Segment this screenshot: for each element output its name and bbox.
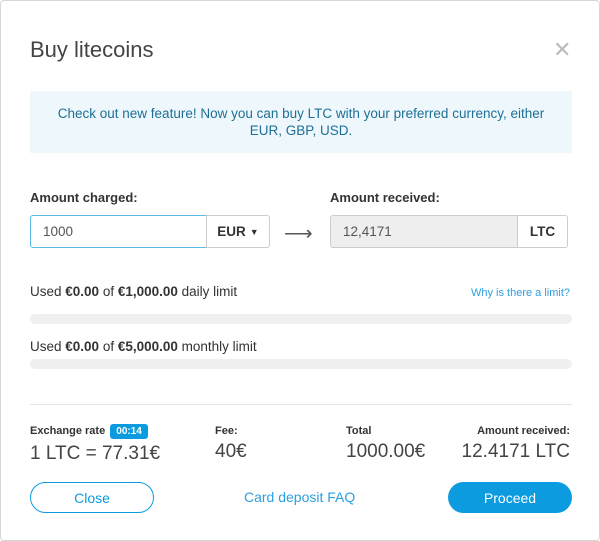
caret-down-icon: ▼ [249, 226, 259, 237]
monthly-limit-text: Used €0.00 of €5,000.00 monthly limit [30, 339, 257, 354]
arrow-right-icon: ⟶ [284, 223, 313, 245]
why-limit-link[interactable]: Why is there a limit? [471, 287, 570, 299]
amount-charged-input[interactable]: 1000 [30, 215, 207, 248]
daily-limit-progress [30, 314, 572, 324]
total-label: Total [346, 425, 372, 437]
amount-received-summary-value: 12.4171 LTC [461, 441, 570, 462]
close-button[interactable]: Close [30, 482, 154, 513]
amount-received-field: 12,4171 [330, 215, 518, 248]
divider [30, 404, 572, 405]
amount-charged-label: Amount charged: [30, 190, 138, 205]
currency-value: EUR [217, 224, 246, 239]
dialog-title: Buy litecoins [30, 37, 154, 62]
fee-label: Fee: [215, 425, 238, 437]
daily-limit-text: Used €0.00 of €1,000.00 daily limit [30, 284, 238, 299]
rate-timer-badge: 00:14 [110, 424, 148, 439]
feature-notice: Check out new feature! Now you can buy L… [30, 91, 572, 153]
amount-received-summary-label: Amount received: [477, 425, 570, 437]
buy-litecoins-dialog: Buy litecoins ✕ Check out new feature! N… [0, 0, 600, 541]
received-currency: LTC [517, 215, 568, 248]
amount-received-label: Amount received: [330, 190, 440, 205]
total-value: 1000.00€ [346, 441, 426, 462]
monthly-limit-progress [30, 359, 572, 369]
proceed-button[interactable]: Proceed [448, 482, 572, 513]
card-deposit-faq-link[interactable]: Card deposit FAQ [244, 489, 355, 505]
close-icon[interactable]: ✕ [553, 39, 571, 61]
exchange-rate-value: 1 LTC = 77.31€ [30, 443, 161, 464]
currency-dropdown[interactable]: EUR ▼ [206, 215, 270, 248]
fee-value: 40€ [215, 441, 247, 462]
exchange-rate-label: Exchange rate 00:14 [30, 424, 148, 439]
